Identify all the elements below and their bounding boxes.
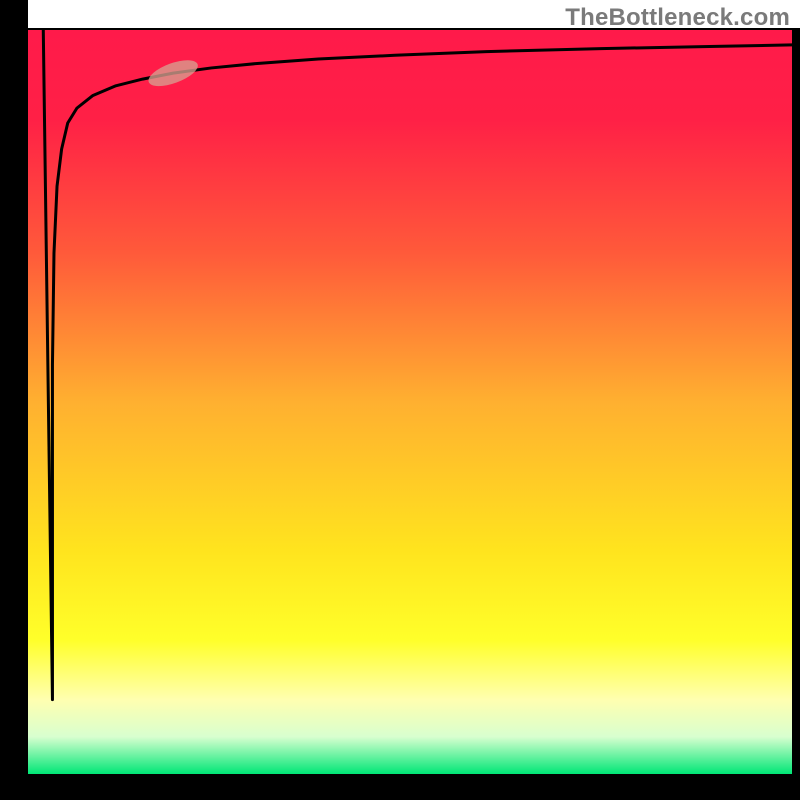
chart-stage: TheBottleneck.com <box>0 0 800 800</box>
plot-background <box>28 30 792 774</box>
axis-frame <box>0 774 800 800</box>
watermark-text: TheBottleneck.com <box>565 4 790 32</box>
axis-frame <box>0 0 28 800</box>
chart-svg <box>0 0 800 800</box>
axis-frame <box>792 28 800 776</box>
